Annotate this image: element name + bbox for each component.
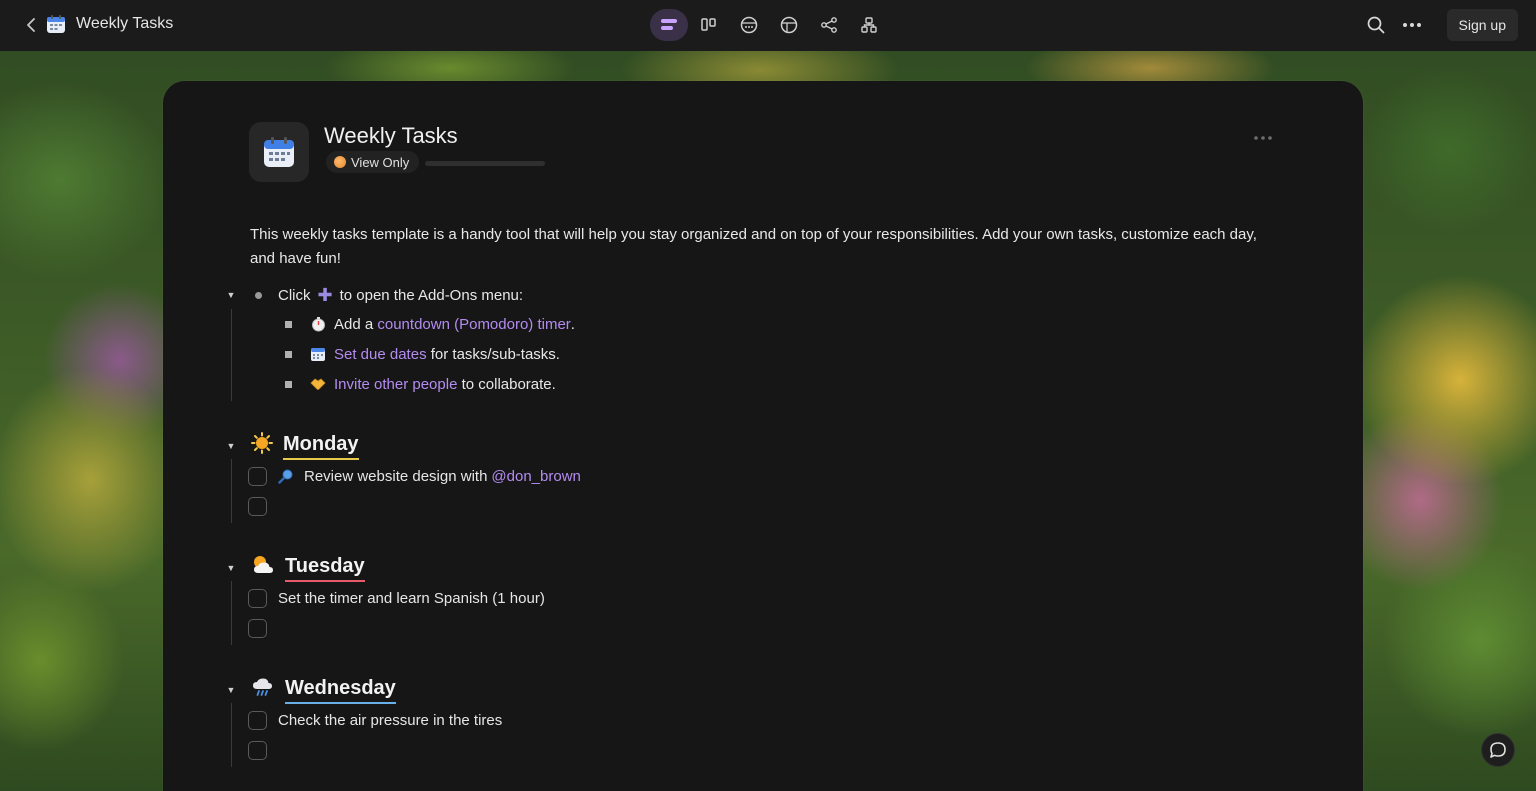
lock-face-icon — [334, 156, 346, 168]
task-row — [248, 495, 278, 517]
mindmap-view-icon[interactable] — [810, 9, 848, 41]
doc-more-icon[interactable] — [1253, 128, 1273, 146]
task-checkbox[interactable] — [248, 618, 267, 638]
nesting-guide — [231, 459, 232, 523]
square-bullet — [285, 380, 292, 388]
bullet — [255, 291, 262, 299]
calendar-view-icon[interactable] — [730, 9, 768, 41]
rain-cloud-icon — [251, 676, 275, 704]
task-row — [248, 617, 278, 639]
document-calendar-icon[interactable] — [249, 122, 309, 182]
document-card: Weekly Tasks View Only This weekly tasks… — [163, 81, 1363, 791]
day-title: Tuesday — [285, 555, 365, 582]
day-heading-monday: Monday — [251, 432, 359, 460]
calendar-icon — [310, 346, 326, 362]
sun-cloud-icon — [251, 554, 275, 582]
list-item: Add a countdown (Pomodoro) timer. — [285, 313, 575, 335]
invite-people-link[interactable]: Invite other people — [334, 376, 457, 393]
task-row: Review website design with @don_brown — [248, 465, 581, 487]
chevron-left-icon[interactable] — [20, 13, 42, 37]
page-title: Weekly Tasks — [324, 123, 458, 148]
view-only-badge[interactable]: View Only — [326, 151, 420, 173]
addons-prefix: Click — [278, 286, 311, 304]
sun-icon — [251, 432, 273, 460]
top-right-actions: Sign up — [1363, 9, 1518, 41]
app-title: Weekly Tasks — [76, 15, 174, 32]
task-text: Review website design with — [304, 467, 488, 485]
nesting-guide — [231, 581, 232, 645]
task-checkbox[interactable] — [248, 740, 267, 760]
org-chart-view-icon[interactable] — [850, 9, 888, 41]
collapse-caret-icon[interactable]: ▼ — [225, 289, 237, 301]
task-checkbox[interactable] — [248, 710, 267, 730]
top-bar: Weekly Tasks Sign up — [0, 0, 1536, 51]
set-due-dates-link[interactable]: Set due dates — [334, 346, 427, 363]
list-item: Set due dates for tasks/sub-tasks. — [285, 343, 560, 365]
list-view-icon[interactable] — [650, 9, 688, 41]
countdown-timer-link[interactable]: countdown (Pomodoro) timer — [377, 316, 570, 333]
task-text: Set the timer and learn Spanish (1 hour) — [278, 589, 545, 607]
nesting-guide — [231, 703, 232, 767]
calendar-icon — [46, 14, 66, 34]
list-item: Invite other people to collaborate. — [285, 373, 556, 395]
addons-hint: Click ✚ to open the Add-Ons menu: — [255, 284, 523, 306]
collapse-caret-icon[interactable]: ▼ — [225, 684, 237, 696]
item-post: . — [570, 315, 575, 333]
magnifier-icon — [278, 468, 294, 484]
nesting-guide — [231, 309, 232, 401]
chat-bubble-icon[interactable] — [1481, 733, 1515, 767]
more-horizontal-icon[interactable] — [1399, 12, 1425, 38]
view-only-label: View Only — [351, 154, 410, 170]
board-view-icon[interactable] — [690, 9, 728, 41]
sign-up-button[interactable]: Sign up — [1446, 9, 1518, 41]
progress-bar — [425, 161, 545, 166]
collapse-caret-icon[interactable]: ▼ — [225, 562, 237, 574]
user-mention[interactable]: @don_brown — [491, 468, 580, 485]
stopwatch-icon — [310, 316, 326, 332]
description: This weekly tasks template is a handy to… — [250, 226, 1257, 267]
plus-icon: ✚ — [317, 284, 333, 305]
task-checkbox[interactable] — [248, 466, 267, 486]
day-title: Wednesday — [285, 677, 396, 704]
task-row — [248, 739, 278, 761]
view-switcher — [650, 8, 888, 42]
task-text: Check the air pressure in the tires — [278, 711, 503, 729]
day-heading-tuesday: Tuesday — [251, 554, 365, 582]
addons-suffix: to open the Add-Ons menu: — [339, 286, 524, 304]
item-post: to collaborate. — [461, 375, 556, 393]
task-checkbox[interactable] — [248, 588, 267, 608]
item-post: for tasks/sub-tasks. — [430, 345, 560, 363]
square-bullet — [285, 320, 292, 328]
task-row: Set the timer and learn Spanish (1 hour) — [248, 587, 545, 609]
search-icon[interactable] — [1363, 12, 1389, 38]
day-title: Monday — [283, 433, 359, 460]
table-view-icon[interactable] — [770, 9, 808, 41]
handshake-icon — [310, 376, 326, 392]
day-heading-wednesday: Wednesday — [251, 676, 396, 704]
collapse-caret-icon[interactable]: ▼ — [225, 440, 237, 452]
task-checkbox[interactable] — [248, 496, 267, 516]
task-row: Check the air pressure in the tires — [248, 709, 502, 731]
square-bullet — [285, 350, 292, 358]
item-pre: Add a — [334, 315, 374, 333]
